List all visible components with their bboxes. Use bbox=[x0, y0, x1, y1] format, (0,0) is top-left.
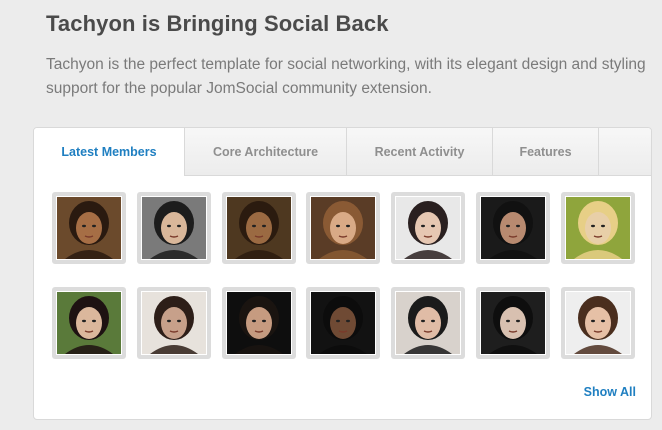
tab-recent-activity[interactable]: Recent Activity bbox=[346, 128, 492, 176]
tab-bar-filler bbox=[598, 128, 651, 176]
member-avatar[interactable] bbox=[136, 287, 211, 359]
member-avatar[interactable] bbox=[221, 287, 296, 359]
member-avatar[interactable] bbox=[560, 192, 635, 264]
member-avatar[interactable] bbox=[306, 287, 381, 359]
member-avatar[interactable] bbox=[52, 192, 126, 264]
page-title: Tachyon is Bringing Social Back bbox=[46, 11, 389, 36]
tab-bar: Latest Members Core Architecture Recent … bbox=[34, 128, 651, 176]
member-avatar[interactable] bbox=[52, 287, 126, 359]
member-avatar[interactable] bbox=[306, 192, 381, 264]
member-avatar[interactable] bbox=[476, 192, 550, 264]
member-avatar[interactable] bbox=[221, 192, 296, 264]
tab-latest-members[interactable]: Latest Members bbox=[34, 128, 184, 176]
tab-features[interactable]: Features bbox=[492, 128, 598, 176]
member-avatar[interactable] bbox=[391, 192, 466, 264]
member-avatar[interactable] bbox=[476, 287, 550, 359]
member-avatar[interactable] bbox=[391, 287, 466, 359]
member-avatar[interactable] bbox=[560, 287, 635, 359]
members-panel: Latest Members Core Architecture Recent … bbox=[33, 127, 652, 420]
tab-core-architecture[interactable]: Core Architecture bbox=[184, 128, 346, 176]
show-all-link[interactable]: Show All bbox=[584, 385, 636, 399]
intro-text: Tachyon is the perfect template for soci… bbox=[46, 56, 646, 97]
member-avatar[interactable] bbox=[136, 192, 211, 264]
